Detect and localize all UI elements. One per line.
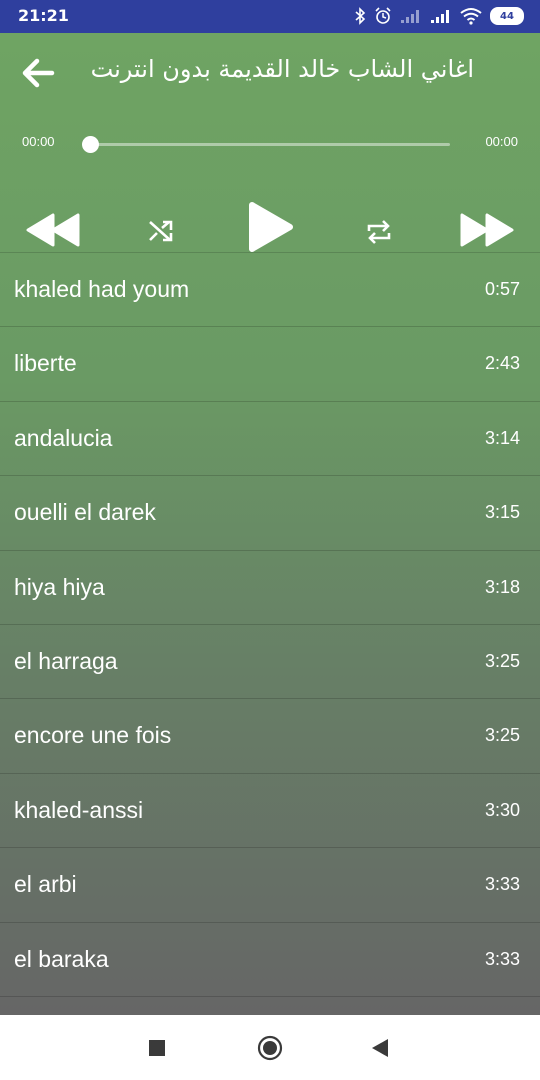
track-duration: 3:15 — [484, 502, 520, 523]
status-time: 21:21 — [18, 6, 69, 25]
play-button[interactable] — [246, 201, 294, 253]
fast-forward-icon — [460, 213, 514, 247]
shuffle-icon — [148, 219, 174, 243]
arrow-back-icon — [18, 58, 58, 97]
player-controls: 00:00 00:00 — [0, 109, 540, 252]
track-duration: 2:43 — [484, 353, 520, 374]
home-icon — [257, 1035, 283, 1065]
track-title: hiya hiya — [14, 573, 105, 600]
seek-thumb[interactable] — [82, 136, 99, 153]
recents-icon — [148, 1040, 166, 1061]
page-title: اغاني الشاب خالد القديمة بدون انترنت — [90, 55, 474, 83]
rewind-icon — [26, 213, 80, 247]
seek-bar[interactable] — [90, 143, 450, 146]
back-nav-button[interactable] — [371, 1038, 389, 1062]
track-title: el harraga — [14, 647, 118, 674]
repeat-icon — [366, 219, 392, 245]
track-duration: 3:25 — [484, 725, 520, 746]
track-row[interactable]: el arbi 3:33 — [0, 848, 540, 923]
app-header: اغاني الشاب خالد القديمة بدون انترنت — [0, 33, 540, 109]
track-row[interactable]: encore une fois 3:25 — [0, 699, 540, 774]
track-row[interactable]: khaled had youm 0:57 — [0, 253, 540, 328]
alarm-icon — [374, 7, 392, 25]
battery-level: 44 — [500, 10, 514, 22]
track-duration: 3:25 — [484, 650, 520, 671]
track-duration: 3:18 — [484, 576, 520, 597]
track-title: el arbi — [14, 871, 77, 898]
track-duration: 3:14 — [484, 427, 520, 448]
signal-weak-icon — [400, 8, 422, 24]
bluetooth-icon — [354, 7, 366, 25]
track-duration: 3:33 — [484, 874, 520, 895]
track-title: khaled had youm — [14, 276, 190, 302]
track-row[interactable]: ouelli el darek 3:15 — [0, 476, 540, 551]
track-list: khaled had youm 0:57 liberte 2:43 andalucia 3… — [0, 253, 540, 997]
system-nav-bar — [0, 1015, 540, 1080]
current-time: 00:00 — [22, 134, 55, 149]
track-title: andalucia — [14, 424, 113, 451]
play-icon — [246, 201, 294, 253]
fast-forward-button[interactable] — [460, 213, 514, 247]
track-row[interactable]: khaled-anssi 3:30 — [0, 774, 540, 849]
track-row[interactable]: hiya hiya 3:18 — [0, 551, 540, 625]
wifi-icon — [460, 7, 482, 25]
status-bar: 21:21 44 — [0, 0, 540, 33]
track-title: el baraka — [14, 945, 109, 972]
back-button[interactable] — [18, 53, 58, 93]
track-title: encore une fois — [14, 722, 172, 749]
signal-icon — [430, 8, 452, 24]
track-row[interactable]: el harraga 3:25 — [0, 625, 540, 700]
track-title: khaled-anssi — [14, 796, 144, 823]
track-row[interactable]: el baraka 3:33 — [0, 923, 540, 997]
battery-icon: 44 — [490, 7, 524, 25]
recents-button[interactable] — [148, 1039, 166, 1061]
player-screen: اغاني الشاب خالد القديمة بدون انترنت 00:… — [0, 33, 540, 1015]
rewind-button[interactable] — [26, 213, 80, 247]
home-button[interactable] — [257, 1035, 283, 1065]
status-icons: 44 — [354, 5, 524, 27]
track-row[interactable]: liberte 2:43 — [0, 327, 540, 402]
total-time: 00:00 — [485, 134, 518, 149]
track-duration: 3:30 — [484, 799, 520, 820]
track-row[interactable]: andalucia 3:14 — [0, 402, 540, 477]
back-triangle-icon — [371, 1039, 389, 1062]
track-title: ouelli el darek — [14, 499, 156, 526]
track-duration: 0:57 — [484, 279, 520, 299]
repeat-button[interactable] — [366, 219, 392, 245]
shuffle-button[interactable] — [148, 219, 174, 243]
track-duration: 3:33 — [484, 948, 520, 969]
track-title: liberte — [14, 350, 77, 377]
